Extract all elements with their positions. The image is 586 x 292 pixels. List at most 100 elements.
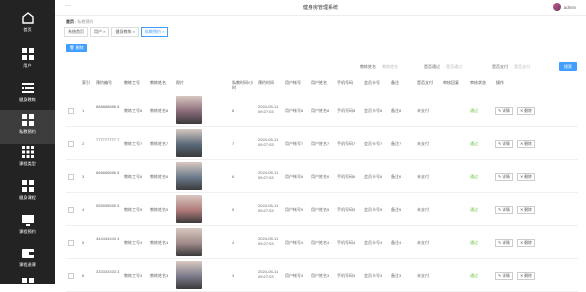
filter-coach-name[interactable]: 教练姓名 教练姓名 xyxy=(360,64,398,70)
row-time: 2024-05-11 09:27:03 xyxy=(258,104,279,114)
filter-label: 是否通过 xyxy=(424,64,440,69)
sidebar-item-label: 私教预约 xyxy=(19,129,36,134)
delete-icon: 🗑 xyxy=(69,45,75,50)
col-coach-name: 教练姓名 xyxy=(150,80,166,85)
row-index: 5 xyxy=(82,240,85,245)
sidebar-item-home[interactable]: 首页 xyxy=(0,8,55,42)
sidebar-item-private-booking[interactable]: 私教预约 xyxy=(0,110,55,144)
sidebar-item-coaches[interactable]: 健身教练 xyxy=(0,78,55,112)
coach-photo xyxy=(176,261,202,289)
col-phone: 手机号码 xyxy=(337,80,353,85)
col-booking-no: 预约编号 xyxy=(96,80,112,85)
row-time: 2024-05-11 09:27:03 xyxy=(258,269,279,279)
row-delete-button[interactable]: ✕ 删除 xyxy=(517,140,535,148)
col-name: 用户姓名 xyxy=(311,80,327,85)
table-row[interactable]: 1 888888888 8 教练工号8 教练姓名8 8 2024-05-11 09:27:… xyxy=(66,94,578,127)
table-row[interactable]: 5 444444444 4 教练工号4 教练姓名4 4 2024-05-11 09:27:… xyxy=(66,226,578,259)
col-coach-no: 教练工号 xyxy=(124,80,140,85)
col-account: 用户帐号 xyxy=(285,80,301,85)
sidebar-item-course-refund[interactable]: 课程退课 xyxy=(0,243,55,277)
username: admin xyxy=(563,4,576,10)
row-delete-button[interactable]: ✕ 删除 xyxy=(517,239,535,247)
coach-photo xyxy=(176,228,202,256)
sidebar-item-course-booking[interactable]: 课程预约 xyxy=(0,210,55,244)
row-delete-button[interactable]: ✕ 删除 xyxy=(517,107,535,115)
row-delete-button[interactable]: ✕ 删除 xyxy=(517,173,535,181)
filter-approved[interactable]: 是否通过 是否通过 xyxy=(424,64,462,70)
row-name: 用户姓名7 xyxy=(311,141,330,146)
tab-home[interactable]: 系统首页 xyxy=(64,27,88,37)
row-name: 用户姓名8 xyxy=(311,108,330,113)
sidebar-item-label: 用户 xyxy=(23,63,32,68)
tab-private-booking[interactable]: 私教预约 × xyxy=(140,27,169,37)
table-row[interactable]: 2 777777777 7 教练工号7 教练姓名7 7 2024-05-11 09:27:… xyxy=(66,127,578,160)
table-row[interactable]: 4 555555555 5 教练工号5 教练姓名5 5 2024-05-11 09:27:… xyxy=(66,193,578,226)
row-detail-button[interactable]: ✎ 详情 xyxy=(495,206,513,214)
row-delete-button[interactable]: ✕ 删除 xyxy=(517,206,535,214)
sidebar: 首页 用户 健身教练 私教预约 课程类型 健身课程 课程预约 课程退课 xyxy=(0,0,55,284)
row-index: 1 xyxy=(82,108,85,113)
batch-delete-button[interactable]: 🗑 删除 xyxy=(66,44,87,52)
breadcrumb-home[interactable]: 首页 xyxy=(66,19,74,24)
row-coach-no: 教练工号4 xyxy=(124,240,143,245)
sidebar-item-more[interactable] xyxy=(0,274,55,284)
sidebar-item-courses[interactable]: 健身课程 xyxy=(0,176,55,210)
row-time: 2024-05-11 09:27:03 xyxy=(258,137,279,147)
row-card: 会员卡号4 xyxy=(364,240,383,245)
row-checkbox[interactable] xyxy=(68,108,74,114)
row-remark: 备注6 xyxy=(391,174,402,179)
row-status: 通过 xyxy=(470,141,478,146)
search-button[interactable]: 搜索 xyxy=(559,62,577,71)
row-delete-button[interactable]: ✕ 删除 xyxy=(517,272,535,280)
row-status: 通过 xyxy=(470,108,478,113)
table-row[interactable]: 6 333333333 3 教练工号3 教练姓名3 3 2024-05-11 09:27:… xyxy=(66,259,578,292)
row-account: 用户帐号7 xyxy=(285,141,304,146)
row-coach-no: 教练工号6 xyxy=(124,174,143,179)
row-checkbox[interactable] xyxy=(68,207,74,213)
row-coach-name: 教练姓名4 xyxy=(150,240,169,245)
row-coach-name: 教练姓名6 xyxy=(150,174,169,179)
sidebar-item-users[interactable]: 用户 xyxy=(0,44,55,78)
row-status: 通过 xyxy=(470,240,478,245)
row-hours: 8 xyxy=(232,108,235,113)
sidebar-item-course-type[interactable]: 课程类型 xyxy=(0,142,55,176)
table-row[interactable]: 3 666666666 6 教练工号6 教练姓名6 6 2024-05-11 09:27:… xyxy=(66,160,578,193)
row-checkbox[interactable] xyxy=(68,273,74,279)
row-account: 用户帐号8 xyxy=(285,108,304,113)
row-checkbox[interactable] xyxy=(68,174,74,180)
row-index: 2 xyxy=(82,141,85,146)
row-coach-name: 教练姓名3 xyxy=(150,273,169,278)
tab-users[interactable]: 用户 × xyxy=(90,27,110,37)
coach-photo xyxy=(176,195,202,223)
row-paid: 未支付 xyxy=(417,207,429,212)
row-name: 用户姓名3 xyxy=(311,273,330,278)
breadcrumb: 首页 / 私教预约 xyxy=(66,19,94,24)
tab-coaches[interactable]: 健身教练 × xyxy=(111,27,139,37)
row-card: 会员卡号8 xyxy=(364,108,383,113)
row-phone: 手机号码8 xyxy=(337,108,356,113)
row-coach-name: 教练姓名5 xyxy=(150,207,169,212)
row-detail-button[interactable]: ✎ 详情 xyxy=(495,107,513,115)
row-detail-button[interactable]: ✎ 详情 xyxy=(495,173,513,181)
wallet-icon xyxy=(21,249,34,258)
filter-paid[interactable]: 是否支付 是否支付 xyxy=(492,64,530,70)
row-detail-button[interactable]: ✎ 详情 xyxy=(495,272,513,280)
row-detail-button[interactable]: ✎ 详情 xyxy=(495,140,513,148)
row-hours: 7 xyxy=(232,141,235,146)
filter-select[interactable]: 是否支付 xyxy=(514,64,530,69)
row-detail-button[interactable]: ✎ 详情 xyxy=(495,239,513,247)
row-booking-no: 555555555 5 xyxy=(96,203,120,208)
grid-icon xyxy=(21,180,34,192)
row-hours: 4 xyxy=(232,240,235,245)
sidebar-item-label: 课程预约 xyxy=(19,229,36,234)
col-reply: 审核回复 xyxy=(443,80,459,85)
filter-select[interactable]: 是否通过 xyxy=(446,64,462,69)
row-paid: 未支付 xyxy=(417,240,429,245)
row-checkbox[interactable] xyxy=(68,141,74,147)
row-paid: 未支付 xyxy=(417,141,429,146)
row-coach-no: 教练工号8 xyxy=(124,108,143,113)
row-status: 通过 xyxy=(470,174,478,179)
filter-input[interactable]: 教练姓名 xyxy=(382,64,398,69)
user-menu[interactable]: admin xyxy=(552,3,576,11)
row-checkbox[interactable] xyxy=(68,240,74,246)
